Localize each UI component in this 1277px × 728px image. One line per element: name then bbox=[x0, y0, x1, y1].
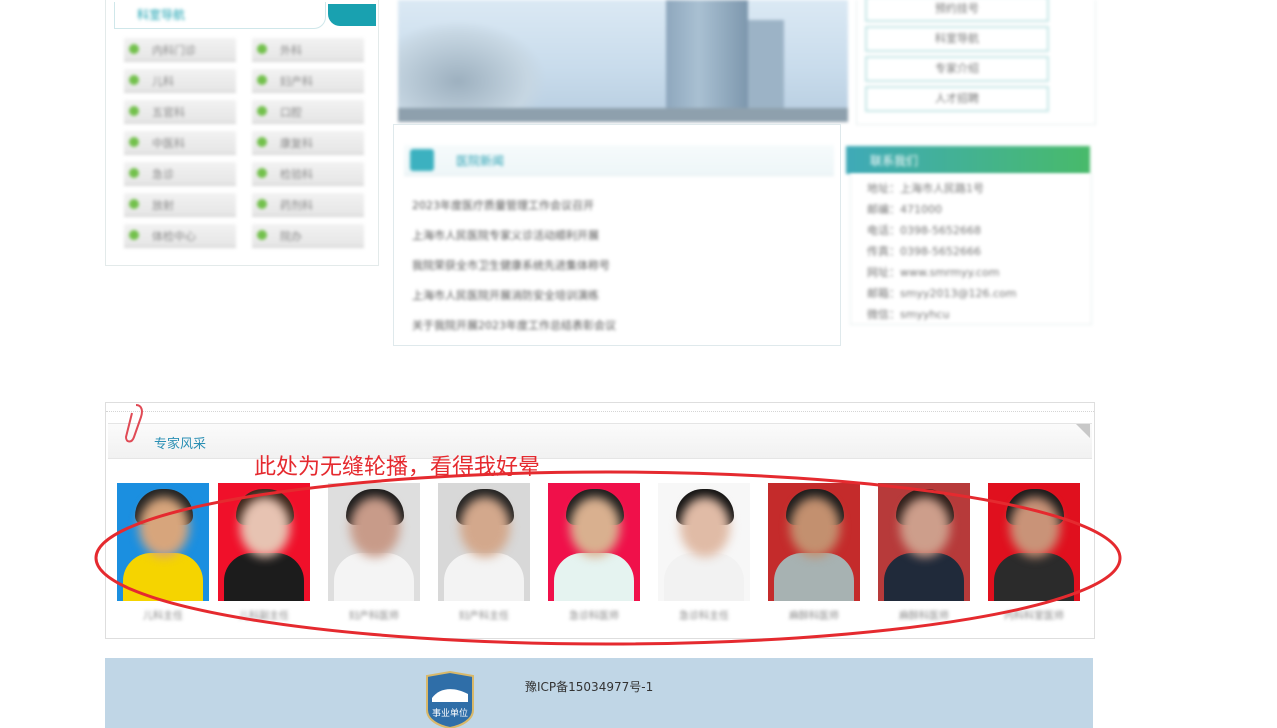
quick-links-panel: 预约挂号科室导航专家介绍人才招聘 bbox=[856, 0, 1096, 125]
department-item[interactable]: 药剂科 bbox=[252, 193, 364, 217]
department-item[interactable]: 体检中心 bbox=[124, 224, 236, 248]
bullet-icon bbox=[257, 168, 267, 178]
department-panel: 科室导航 内科门诊 外科儿科 妇产科五官科 口腔中医科 康复科急诊 检验科放射 药剂科体检中… bbox=[105, 0, 379, 266]
contact-line: 地址：上海市人民路1号 bbox=[867, 182, 984, 195]
department-item[interactable]: 儿科 bbox=[124, 69, 236, 93]
department-label: 放射 bbox=[152, 199, 174, 212]
contact-line: 微信：smyyhcu bbox=[867, 308, 950, 321]
badge-label: 事业单位 bbox=[432, 707, 468, 719]
annotation-circle bbox=[94, 470, 1122, 646]
department-header: 科室导航 bbox=[106, 2, 376, 29]
news-item[interactable]: 上海市人民医院专家义诊活动顺利开展 bbox=[412, 227, 599, 243]
quick-link-button[interactable]: 预约挂号 bbox=[865, 0, 1049, 22]
department-label: 中医科 bbox=[152, 137, 185, 150]
department-label: 外科 bbox=[280, 44, 302, 57]
contact-line: 电话：0398-5652668 bbox=[867, 224, 981, 237]
department-label: 检验科 bbox=[280, 168, 313, 181]
department-item[interactable]: 中医科 bbox=[124, 131, 236, 155]
bullet-icon bbox=[129, 230, 139, 240]
department-item[interactable]: 康复科 bbox=[252, 131, 364, 155]
department-label: 院办 bbox=[280, 230, 302, 243]
contact-line: 传真：0398-5652666 bbox=[867, 245, 981, 258]
contact-line: 邮箱：smyy2013@126.com bbox=[867, 287, 1017, 300]
bullet-icon bbox=[129, 106, 139, 116]
department-title: 科室导航 bbox=[137, 8, 186, 22]
hospital-banner-image bbox=[398, 0, 848, 122]
department-item[interactable]: 内科门诊 bbox=[124, 38, 236, 62]
department-item[interactable]: 口腔 bbox=[252, 100, 364, 124]
quick-link-button[interactable]: 科室导航 bbox=[865, 26, 1049, 52]
public-institution-badge-icon[interactable]: 事业单位 bbox=[423, 670, 477, 728]
contact-panel: 地址：上海市人民路1号 邮编：471000 电话：0398-5652668 传真：03… bbox=[850, 174, 1092, 325]
annotation-text: 此处为无缝轮播，看得我好晕 bbox=[254, 455, 541, 480]
bullet-icon bbox=[257, 230, 267, 240]
department-item[interactable]: 外科 bbox=[252, 38, 364, 62]
bullet-icon bbox=[257, 75, 267, 85]
department-label: 内科门诊 bbox=[152, 44, 196, 57]
department-item[interactable]: 急诊 bbox=[124, 162, 236, 186]
news-icon bbox=[410, 149, 434, 171]
news-item[interactable]: 我院荣获全市卫生健康系统先进集体称号 bbox=[412, 257, 610, 273]
bullet-icon bbox=[129, 137, 139, 147]
icp-record-link[interactable]: 豫ICP备15034977号-1 bbox=[525, 678, 653, 695]
contact-header: 联系我们 bbox=[846, 146, 1090, 174]
department-item[interactable]: 妇产科 bbox=[252, 69, 364, 93]
expert-title: 专家风采 bbox=[154, 437, 207, 452]
department-label: 五官科 bbox=[152, 106, 185, 119]
department-label: 体检中心 bbox=[152, 230, 196, 243]
bullet-icon bbox=[129, 75, 139, 85]
footer: 事业单位 豫ICP备15034977号-1 bbox=[105, 658, 1093, 728]
contact-line: 邮编：471000 bbox=[867, 203, 942, 216]
bullet-icon bbox=[257, 106, 267, 116]
paperclip-icon bbox=[124, 404, 143, 443]
corner-fold-icon bbox=[1076, 424, 1090, 438]
department-label: 口腔 bbox=[280, 106, 302, 119]
department-item[interactable]: 院办 bbox=[252, 224, 364, 248]
news-item[interactable]: 上海市人民医院开展消防安全培训演练 bbox=[412, 287, 599, 303]
department-label: 康复科 bbox=[280, 137, 313, 150]
bullet-icon bbox=[257, 137, 267, 147]
bullet-icon bbox=[129, 168, 139, 178]
department-item[interactable]: 放射 bbox=[124, 193, 236, 217]
bullet-icon bbox=[257, 44, 267, 54]
bullet-icon bbox=[129, 199, 139, 209]
bullet-icon bbox=[129, 44, 139, 54]
news-title: 医院新闻 bbox=[456, 154, 505, 168]
contact-line: 网址：www.smrmyy.com bbox=[867, 266, 1000, 279]
department-label: 妇产科 bbox=[280, 75, 313, 88]
department-label: 急诊 bbox=[152, 168, 174, 181]
bullet-icon bbox=[257, 199, 267, 209]
department-item[interactable]: 五官科 bbox=[124, 100, 236, 124]
news-header: 医院新闻 bbox=[404, 145, 834, 176]
news-item[interactable]: 2023年度医疗质量管理工作会议召开 bbox=[412, 197, 594, 213]
quick-link-button[interactable]: 人才招聘 bbox=[865, 86, 1049, 112]
news-panel: 医院新闻 2023年度医疗质量管理工作会议召开 上海市人民医院专家义诊活动顺利开展… bbox=[393, 124, 841, 346]
department-label: 儿科 bbox=[152, 75, 174, 88]
quick-link-button[interactable]: 专家介绍 bbox=[865, 56, 1049, 82]
department-item[interactable]: 检验科 bbox=[252, 162, 364, 186]
contact-title: 联系我们 bbox=[870, 154, 919, 168]
news-item[interactable]: 关于我院开展2023年度工作总结表彰会议 bbox=[412, 317, 616, 333]
department-label: 药剂科 bbox=[280, 199, 313, 212]
